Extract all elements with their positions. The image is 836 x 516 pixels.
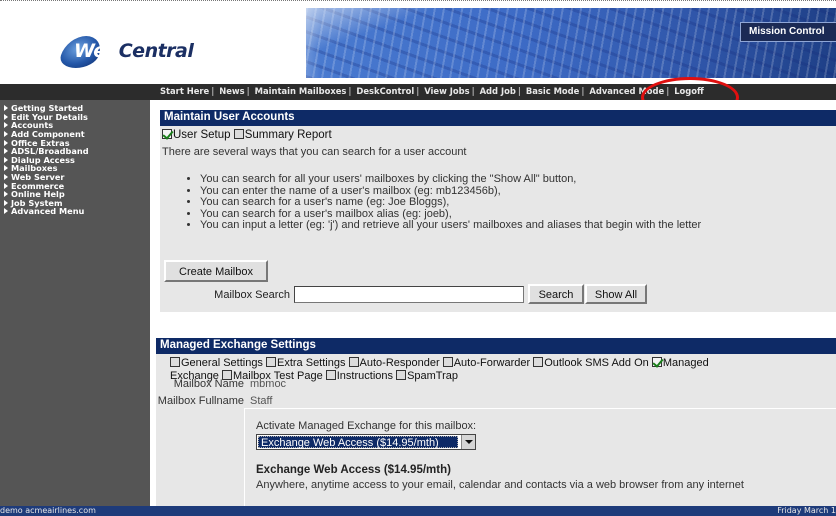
maintain-tabs: User Setup Summary Report	[160, 126, 836, 141]
tab-extra-settings[interactable]: Extra Settings	[277, 357, 345, 369]
checkbox-icon	[396, 370, 407, 380]
ewa-description: Anywhere, anytime access to your email, …	[256, 479, 744, 491]
checkbox-icon	[533, 357, 544, 367]
footer-date: Friday March 1	[777, 506, 836, 515]
nav-deskcontrol[interactable]: DeskControl	[356, 86, 414, 96]
nav-separator: |	[416, 86, 420, 96]
checkbox-icon	[170, 357, 180, 367]
tab-spamtrap[interactable]: SpamTrap	[407, 370, 458, 382]
nav-add-job[interactable]: Add Job	[480, 86, 516, 96]
main-content: Maintain User Accounts User Setup Summar…	[150, 100, 836, 506]
top-border	[0, 0, 836, 3]
mailbox-search-input[interactable]	[294, 286, 524, 303]
nav-news[interactable]: News	[219, 86, 244, 96]
panel-title: Maintain User Accounts	[160, 110, 836, 126]
checked-icon	[162, 129, 172, 139]
create-mailbox-button[interactable]: Create Mailbox	[164, 260, 268, 282]
nav-start-here[interactable]: Start Here	[160, 86, 209, 96]
tab-auto-responder[interactable]: Auto-Responder	[360, 357, 440, 369]
list-item: You can search for a user's mailbox alia…	[200, 208, 836, 220]
exchange-plan-selected: Exchange Web Access ($14.95/mth)	[258, 436, 458, 449]
ewa-title: Exchange Web Access ($14.95/mth)	[256, 464, 451, 476]
arrow-right-icon	[4, 156, 8, 163]
arrow-right-icon	[4, 139, 8, 146]
nav-separator: |	[211, 86, 215, 96]
arrow-right-icon	[4, 148, 8, 155]
nav-separator: |	[348, 86, 352, 96]
tab-auto-forwarder[interactable]: Auto-Forwarder	[454, 357, 530, 369]
mission-control-badge: Mission Control	[740, 22, 836, 42]
chevron-down-icon[interactable]	[461, 435, 475, 449]
arrow-right-icon	[4, 122, 8, 129]
arrow-right-icon	[4, 174, 8, 181]
footer-user-domain: demo acmeairlines.com	[0, 506, 96, 515]
logo-web-text: Web	[74, 40, 119, 62]
nav-basic-mode[interactable]: Basic Mode	[526, 86, 580, 96]
sidebar-menu: Getting Started Edit Your Details Accoun…	[4, 103, 89, 217]
arrow-right-icon	[4, 191, 8, 198]
arrow-right-icon	[4, 113, 8, 120]
checkbox-icon	[325, 370, 336, 380]
divider	[244, 408, 836, 409]
arrow-right-icon	[4, 131, 8, 138]
search-button[interactable]: Search	[528, 284, 584, 304]
nav-separator: |	[581, 86, 585, 96]
list-item: You can search for all your users' mailb…	[200, 173, 836, 185]
search-tips-list: You can search for all your users' mailb…	[200, 173, 836, 231]
nav-view-jobs[interactable]: View Jobs	[424, 86, 469, 96]
nav-separator: |	[246, 86, 250, 96]
exchange-plan-select[interactable]: Exchange Web Access ($14.95/mth)	[256, 434, 476, 450]
tab-general-settings[interactable]: General Settings	[181, 357, 263, 369]
nav-maintain-mailboxes[interactable]: Maintain Mailboxes	[255, 86, 347, 96]
list-item: You can enter the name of a user's mailb…	[200, 185, 836, 197]
panel-title: Managed Exchange Settings	[156, 338, 836, 354]
header: WebCentral Mission Control	[0, 4, 836, 84]
arrow-right-icon	[4, 182, 8, 189]
mailbox-fullname-label: Mailbox Fullname	[157, 395, 244, 407]
mailbox-name-label: Mailbox Name	[173, 378, 244, 390]
arrow-right-icon	[4, 165, 8, 172]
checkbox-icon	[266, 357, 276, 367]
maintain-user-accounts-panel: Maintain User Accounts User Setup Summar…	[160, 110, 836, 312]
banner-fade	[250, 8, 320, 78]
footer-bar: demo acmeairlines.com Friday March 1	[0, 506, 836, 516]
checkbox-icon	[233, 129, 244, 139]
checkbox-icon	[442, 357, 453, 367]
mailbox-search-label: Mailbox Search	[214, 289, 290, 301]
tab-instructions[interactable]: Instructions	[337, 370, 393, 382]
sidebar-item-advanced-menu[interactable]: Advanced Menu	[4, 206, 89, 217]
arrow-right-icon	[4, 105, 8, 112]
managed-exchange-panel: Managed Exchange Settings General Settin…	[156, 338, 836, 506]
mailbox-fullname-value: Staff	[250, 395, 273, 407]
divider	[244, 408, 245, 506]
header-banner-image	[306, 8, 836, 78]
tab-summary-report[interactable]: Summary Report	[245, 129, 332, 141]
sidebar-item-label: Advanced Menu	[11, 206, 85, 217]
nav-separator: |	[517, 86, 521, 96]
mission-control-label: Mission Control	[749, 26, 825, 37]
tab-user-setup[interactable]: User Setup	[173, 129, 231, 141]
arrow-right-icon	[4, 208, 8, 215]
sidebar: Getting Started Edit Your Details Accoun…	[0, 100, 150, 506]
list-item: You can input a letter (eg: 'j') and ret…	[200, 219, 836, 231]
logo-central-text: Central	[118, 40, 194, 62]
exchange-tabs: General Settings Extra Settings Auto-Res…	[156, 354, 756, 383]
arrow-right-icon	[4, 199, 8, 206]
search-intro-text: There are several ways that you can sear…	[162, 146, 467, 158]
webcentral-logo[interactable]: WebCentral	[56, 30, 194, 74]
activate-exchange-label: Activate Managed Exchange for this mailb…	[256, 420, 477, 432]
list-item: You can search for a user's name (eg: Jo…	[200, 196, 836, 208]
top-nav: Start Here | News | Maintain Mailboxes | De…	[160, 86, 704, 96]
tab-outlook-sms[interactable]: Outlook SMS Add On	[544, 357, 649, 369]
mailbox-name-value: mbmoc	[250, 378, 287, 390]
checked-icon	[651, 357, 662, 367]
checkbox-icon	[348, 357, 359, 367]
show-all-button[interactable]: Show All	[585, 284, 647, 304]
logo-text: WebCentral	[74, 40, 194, 62]
nav-separator: |	[471, 86, 475, 96]
